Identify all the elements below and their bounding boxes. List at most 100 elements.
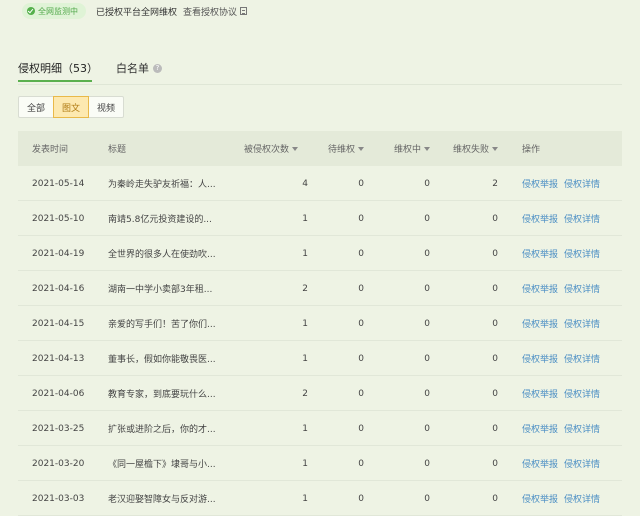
row-date: 2021-03-25 xyxy=(32,423,85,434)
row-pending: 0 xyxy=(358,423,364,434)
header-doing-label: 维权中 xyxy=(393,145,421,155)
header-doing[interactable]: 维权中 xyxy=(380,131,430,166)
sort-down-icon xyxy=(358,146,364,151)
row-times: 1 xyxy=(302,213,308,224)
filter-article[interactable]: 图文 xyxy=(53,96,90,118)
row-pending: 0 xyxy=(358,458,364,469)
row-doing: 0 xyxy=(424,213,430,224)
report-link[interactable]: 侵权举报 xyxy=(522,422,558,435)
tab-bar: 侵权明细（53） 白名单 ? xyxy=(0,56,640,84)
detail-link[interactable]: 侵权详情 xyxy=(564,422,600,435)
report-link[interactable]: 侵权举报 xyxy=(522,387,558,400)
row-ops: 侵权举报 侵权详情 xyxy=(522,306,622,341)
document-icon xyxy=(240,7,248,15)
detail-link[interactable]: 侵权详情 xyxy=(564,352,600,365)
table-body: 2021-05-14 为秦岭走失驴友祈福：人... 4 0 0 2 侵权举报 侵… xyxy=(18,166,622,516)
header-pending[interactable]: 待维权 xyxy=(308,131,364,166)
row-doing: 0 xyxy=(424,493,430,504)
report-link[interactable]: 侵权举报 xyxy=(522,492,558,505)
filter-all[interactable]: 全部 xyxy=(18,96,55,118)
report-link[interactable]: 侵权举报 xyxy=(522,317,558,330)
row-fail: 0 xyxy=(492,353,498,364)
row-times: 1 xyxy=(302,248,308,259)
infringement-table: 发表时间 标题 被侵权次数 待维权 维权中 维权失败 操作 2021-05-14… xyxy=(18,131,622,516)
active-tab-underline xyxy=(18,80,92,82)
row-ops: 侵权举报 侵权详情 xyxy=(522,446,622,481)
content-type-filter: 全部 图文 视频 xyxy=(18,96,125,118)
row-fail: 0 xyxy=(492,213,498,224)
table-row: 2021-04-15 亲爱的写手们！苦了你们... 1 0 0 0 侵权举报 侵… xyxy=(18,306,622,341)
row-doing: 0 xyxy=(424,318,430,329)
tab-divider xyxy=(18,84,622,85)
report-link[interactable]: 侵权举报 xyxy=(522,177,558,190)
tab-whitelist[interactable]: 白名单 ? xyxy=(116,60,162,76)
report-link[interactable]: 侵权举报 xyxy=(522,212,558,225)
row-doing: 0 xyxy=(424,248,430,259)
row-date: 2021-04-15 xyxy=(32,318,85,329)
row-date: 2021-03-20 xyxy=(32,458,85,469)
row-pending: 0 xyxy=(358,388,364,399)
tab-infringement-detail[interactable]: 侵权明细（53） xyxy=(18,60,98,82)
row-times: 4 xyxy=(302,178,308,189)
row-pending: 0 xyxy=(358,318,364,329)
authorized-text: 已授权平台全网维权 xyxy=(96,7,178,18)
row-fail: 0 xyxy=(492,283,498,294)
row-date: 2021-04-06 xyxy=(32,388,85,399)
row-doing: 0 xyxy=(424,353,430,364)
row-doing: 0 xyxy=(424,178,430,189)
row-times: 1 xyxy=(302,423,308,434)
detail-link[interactable]: 侵权详情 xyxy=(564,387,600,400)
monitor-badge-label: 全网监测中 xyxy=(38,6,78,16)
table-row: 2021-04-13 董事长，假如你能敬畏医... 1 0 0 0 侵权举报 侵… xyxy=(18,341,622,376)
row-date: 2021-04-16 xyxy=(32,283,85,294)
table-row: 2021-04-16 湖南一中学小卖部3年租... 2 0 0 0 侵权举报 侵… xyxy=(18,271,622,306)
filter-video[interactable]: 视频 xyxy=(88,96,125,118)
row-fail: 0 xyxy=(492,493,498,504)
report-link[interactable]: 侵权举报 xyxy=(522,282,558,295)
report-link[interactable]: 侵权举报 xyxy=(522,457,558,470)
table-row: 2021-04-19 全世界的很多人在使劲吹... 1 0 0 0 侵权举报 侵… xyxy=(18,236,622,271)
row-pending: 0 xyxy=(358,248,364,259)
agreement-link-label: 查看授权协议 xyxy=(183,7,238,18)
detail-link[interactable]: 侵权详情 xyxy=(564,492,600,505)
row-ops: 侵权举报 侵权详情 xyxy=(522,341,622,376)
detail-link[interactable]: 侵权详情 xyxy=(564,212,600,225)
report-link[interactable]: 侵权举报 xyxy=(522,247,558,260)
header-pending-label: 待维权 xyxy=(327,145,355,155)
row-fail: 2 xyxy=(492,178,498,189)
row-times: 1 xyxy=(302,353,308,364)
agreement-link[interactable]: 查看授权协议 xyxy=(183,5,248,18)
row-times: 1 xyxy=(302,458,308,469)
help-icon[interactable]: ? xyxy=(153,63,162,73)
row-times: 1 xyxy=(302,318,308,329)
detail-link[interactable]: 侵权详情 xyxy=(564,282,600,295)
row-fail: 0 xyxy=(492,318,498,329)
detail-link[interactable]: 侵权详情 xyxy=(564,457,600,470)
row-ops: 侵权举报 侵权详情 xyxy=(522,166,622,201)
row-doing: 0 xyxy=(424,388,430,399)
table-row: 2021-04-06 教育专家，到底要玩什么... 2 0 0 0 侵权举报 侵… xyxy=(18,376,622,411)
header-date: 发表时间 xyxy=(32,145,69,155)
row-date: 2021-04-13 xyxy=(32,353,85,364)
row-date: 2021-04-19 xyxy=(32,248,85,259)
header-fail-label: 维权失败 xyxy=(452,145,489,155)
row-times: 2 xyxy=(302,283,308,294)
header-op: 操作 xyxy=(522,145,541,155)
detail-link[interactable]: 侵权详情 xyxy=(564,317,600,330)
row-doing: 0 xyxy=(424,458,430,469)
table-row: 2021-03-20 《同一屋檐下》埭哥与小... 1 0 0 0 侵权举报 侵… xyxy=(18,446,622,481)
detail-link[interactable]: 侵权详情 xyxy=(564,177,600,190)
check-circle-icon xyxy=(27,7,35,15)
header-times-label: 被侵权次数 xyxy=(243,145,289,155)
header-fail[interactable]: 维权失败 xyxy=(444,131,498,166)
row-pending: 0 xyxy=(358,283,364,294)
table-row: 2021-05-14 为秦岭走失驴友祈福：人... 4 0 0 2 侵权举报 侵… xyxy=(18,166,622,201)
sort-down-icon xyxy=(292,146,298,151)
detail-link[interactable]: 侵权详情 xyxy=(564,247,600,260)
row-ops: 侵权举报 侵权详情 xyxy=(522,376,622,411)
row-doing: 0 xyxy=(424,423,430,434)
report-link[interactable]: 侵权举报 xyxy=(522,352,558,365)
row-date: 2021-05-14 xyxy=(32,178,85,189)
row-pending: 0 xyxy=(358,213,364,224)
header-times[interactable]: 被侵权次数 xyxy=(218,131,298,166)
